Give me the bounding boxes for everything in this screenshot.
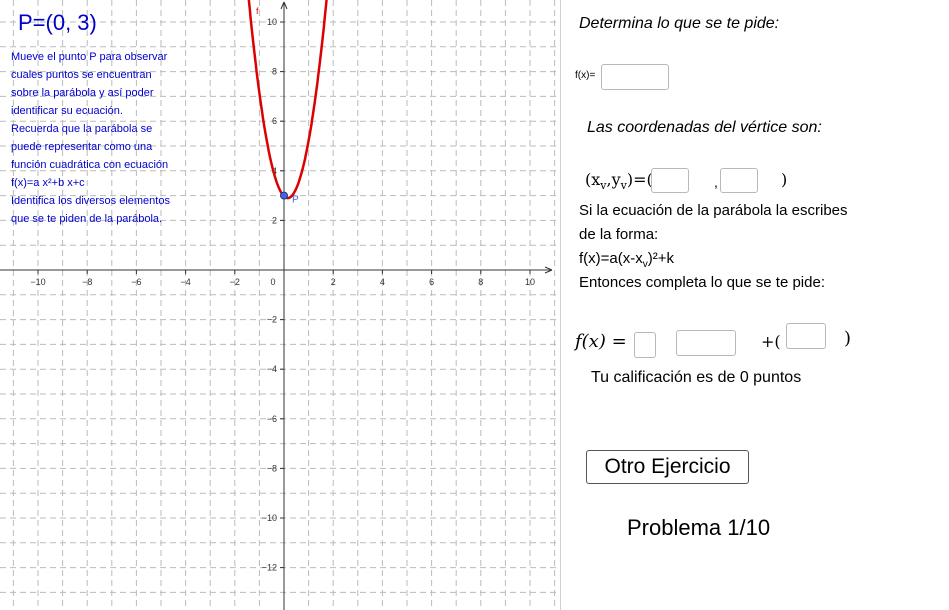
y-tick-label: −2 — [267, 315, 277, 325]
vertex-label: (xv,yv)=( — [585, 170, 653, 193]
x-tick-label: −2 — [230, 277, 240, 287]
x-tick-label: 8 — [478, 277, 483, 287]
function-label: f — [256, 6, 259, 16]
x-tick-label: −10 — [30, 277, 45, 287]
score-text: Tu calificación es de 0 puntos — [591, 369, 802, 386]
instruction-line: función cuadrática con ecuación — [11, 159, 169, 171]
complete-instruction: Entonces completa lo que se te pide: — [579, 274, 825, 291]
x-tick-label: 10 — [525, 277, 535, 287]
instruction-line: identificar su ecuación. — [11, 105, 123, 117]
instruction-line: Mueve el punto P para observar — [11, 51, 168, 63]
vertex-x-input[interactable] — [651, 168, 689, 193]
h-value-input[interactable] — [676, 330, 736, 356]
fx-input[interactable] — [601, 64, 669, 90]
vertex-y-input[interactable] — [720, 168, 758, 193]
x-tick-label: 4 — [380, 277, 385, 287]
y-tick-label: −10 — [262, 513, 277, 523]
k-value-input[interactable] — [786, 323, 826, 349]
vertex-form-line2: de la forma: — [579, 226, 659, 243]
close-paren: ) — [844, 328, 852, 349]
instruction-line: f(x)=a x²+b x+c — [11, 177, 85, 189]
parabola-curve — [247, 0, 328, 200]
y-tick-label: 2 — [272, 215, 277, 225]
y-tick-label: 8 — [272, 67, 277, 77]
instruction-line: que se te piden de la parábola. — [11, 213, 163, 225]
instruction-line: sobre la parábola y así poder — [11, 87, 154, 99]
y-tick-label: 6 — [272, 116, 277, 126]
vertex-form-equation: f(x)=a(x-xv)²+k — [579, 250, 674, 270]
vertex-form-line1: Si la ecuación de la parábola la escribe… — [579, 202, 848, 219]
vertex-comma: , — [714, 174, 718, 190]
instruction-line: Recuerda que la parábola se — [11, 123, 153, 135]
point-p[interactable] — [280, 191, 288, 200]
vertex-heading: Las coordenadas del vértice son: — [587, 119, 822, 136]
y-tick-label: −8 — [267, 463, 277, 473]
instruction-line: puede representar como una — [11, 141, 153, 153]
x-tick-label: −8 — [82, 277, 92, 287]
x-tick-label: 6 — [429, 277, 434, 287]
graphics-view[interactable]: −10 −8 −6 −4 −2 0 2 4 6 8 10 10 8 6 4 2 −2 −4 −6 −8 −10 −12 f P… — [0, 0, 560, 610]
exercise-panel: Determina lo que se te pide: f(x)= Las c… — [561, 0, 949, 610]
x-tick-label: −4 — [180, 277, 190, 287]
x-tick-label: 2 — [331, 277, 336, 287]
y-tick-label: −12 — [262, 563, 277, 573]
otro-ejercicio-button[interactable]: Otro Ejercicio — [586, 450, 749, 484]
instructions-text: Mueve el punto P para observar cuales pu… — [11, 48, 191, 228]
vertex-close-paren: ) — [781, 170, 788, 189]
y-tick-label: 10 — [267, 17, 277, 27]
point-p-label: P — [292, 195, 299, 206]
y-tick-label: −6 — [267, 414, 277, 424]
x-tick-label: −6 — [131, 277, 141, 287]
plus-paren: +( — [761, 332, 781, 351]
fx-math-label: f(x) = — [575, 331, 627, 352]
fx-label: f(x)= — [575, 70, 596, 81]
panel-heading: Determina lo que se te pide: — [579, 15, 780, 32]
problem-counter: Problema 1/10 — [627, 515, 771, 540]
instruction-line: cuales puntos se encuentran — [11, 69, 152, 81]
y-tick-label: −4 — [267, 364, 277, 374]
a-coefficient-input[interactable] — [634, 332, 656, 358]
x-tick-label: 0 — [270, 277, 275, 287]
instruction-line: Identifica los diversos elementos — [11, 195, 170, 207]
point-p-coordinates: P=(0, 3) — [18, 10, 97, 35]
